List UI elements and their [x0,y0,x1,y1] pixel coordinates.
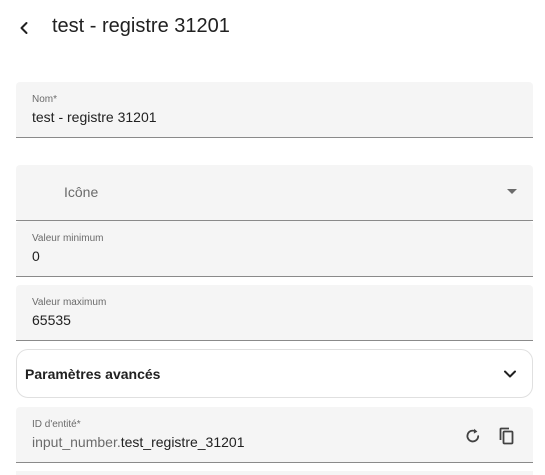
icon-picker[interactable]: Icône [16,165,533,221]
name-field-value[interactable]: test - registre 31201 [32,109,157,125]
advanced-settings-expander[interactable]: Paramètres avancés [16,349,533,398]
entity-id-prefix: input_number. [32,434,121,450]
max-value-input[interactable]: 65535 [32,312,71,328]
icon-picker-placeholder: Icône [64,184,99,200]
max-value-label: Valeur maximum [32,297,107,308]
dialog-header: test - registre 31201 [0,0,545,56]
entity-id-label: ID d'entité* [32,419,81,430]
chevron-down-icon [504,370,516,378]
chevron-left-icon [20,22,28,34]
min-value-input[interactable]: 0 [32,248,40,264]
max-value-field[interactable]: Valeur maximum 65535 [16,285,533,341]
name-field[interactable]: Nom* test - registre 31201 [16,82,533,138]
page-title: test - registre 31201 [52,15,230,37]
next-field-edge [16,471,533,475]
copy-icon [499,427,514,445]
min-value-field[interactable]: Valeur minimum 0 [16,221,533,277]
name-field-label: Nom* [32,94,58,105]
restore-icon [466,428,480,443]
copy-entity-id-button[interactable] [495,424,519,448]
entity-id-field[interactable]: ID d'entité* input_number.test_registre_… [16,407,533,463]
arrow-drop-down-icon[interactable] [507,189,517,194]
min-value-label: Valeur minimum [32,233,104,244]
restore-entity-id-button[interactable] [461,424,485,448]
entity-id-value[interactable]: input_number.test_registre_31201 [32,434,245,450]
entity-id-input[interactable]: test_registre_31201 [121,434,245,450]
back-button[interactable] [10,14,38,42]
advanced-settings-label: Paramètres avancés [25,366,161,382]
